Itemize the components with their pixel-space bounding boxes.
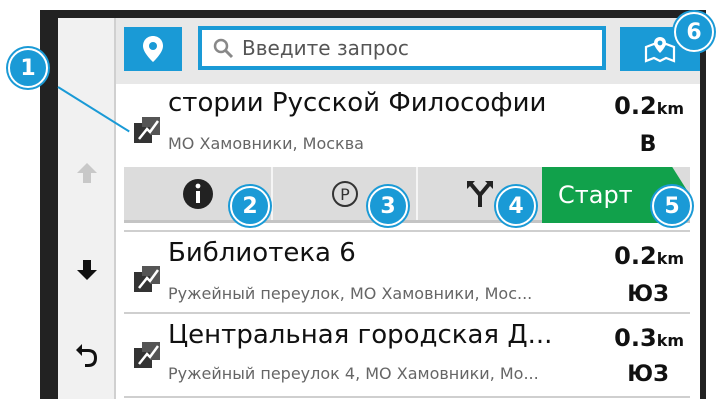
selected-distance-value: 0.2: [614, 92, 657, 120]
pin-icon: [143, 36, 163, 62]
info-icon: [182, 178, 213, 209]
callout-5: 5: [652, 186, 692, 226]
callout-3: 3: [368, 186, 408, 226]
parking-icon: P: [331, 180, 358, 207]
selected-direction: В: [639, 132, 657, 157]
selected-title[interactable]: стории Русской Философии: [168, 88, 588, 118]
scroll-up-button[interactable]: [58, 153, 116, 193]
search-input[interactable]: Введите запрос: [198, 26, 606, 70]
result-distance-unit: km: [656, 249, 684, 268]
selected-distance: 0.2km: [614, 92, 684, 120]
callout-1: 1: [8, 48, 48, 88]
down-arrow-icon: [77, 260, 97, 280]
result-direction: ЮЗ: [627, 282, 669, 307]
result-title[interactable]: Библиотека 6: [168, 238, 588, 268]
fork-icon: [467, 180, 493, 207]
selected-subtitle: МО Хамовники, Москва: [168, 134, 364, 153]
result-subtitle: Ружейный переулок 4, МО Хамовники, Мо...: [168, 364, 539, 383]
poi-icon: [130, 262, 164, 296]
result-distance-unit: km: [656, 331, 684, 350]
svg-text:P: P: [340, 185, 350, 204]
location-button[interactable]: [124, 27, 182, 71]
poi-icon: [130, 113, 164, 147]
result-distance: 0.2km: [614, 242, 684, 270]
scroll-down-button[interactable]: [58, 250, 116, 290]
result-distance-value: 0.2: [614, 242, 657, 270]
start-label: Старт: [558, 181, 633, 209]
search-placeholder: Введите запрос: [242, 36, 409, 60]
callout-2: 2: [230, 186, 270, 226]
sidebar: [58, 18, 116, 399]
selected-distance-unit: km: [656, 99, 684, 118]
result-distance-value: 0.3: [614, 324, 657, 352]
row-separator: [124, 396, 690, 398]
poi-icon: [130, 338, 164, 372]
up-arrow-icon: [77, 163, 97, 183]
row-separator: [124, 312, 690, 314]
result-direction: ЮЗ: [627, 362, 669, 387]
search-icon: [213, 38, 234, 59]
callout-4: 4: [496, 186, 536, 226]
back-button[interactable]: [58, 334, 116, 374]
result-distance: 0.3km: [614, 324, 684, 352]
callout-6: 6: [674, 12, 714, 52]
back-icon: [76, 344, 97, 367]
result-subtitle: Ружейный переулок, МО Хамовники, Мос...: [168, 284, 533, 303]
row-separator: [124, 230, 690, 232]
result-title[interactable]: Центральная городская Д...: [168, 320, 596, 350]
map-icon: [644, 37, 676, 63]
